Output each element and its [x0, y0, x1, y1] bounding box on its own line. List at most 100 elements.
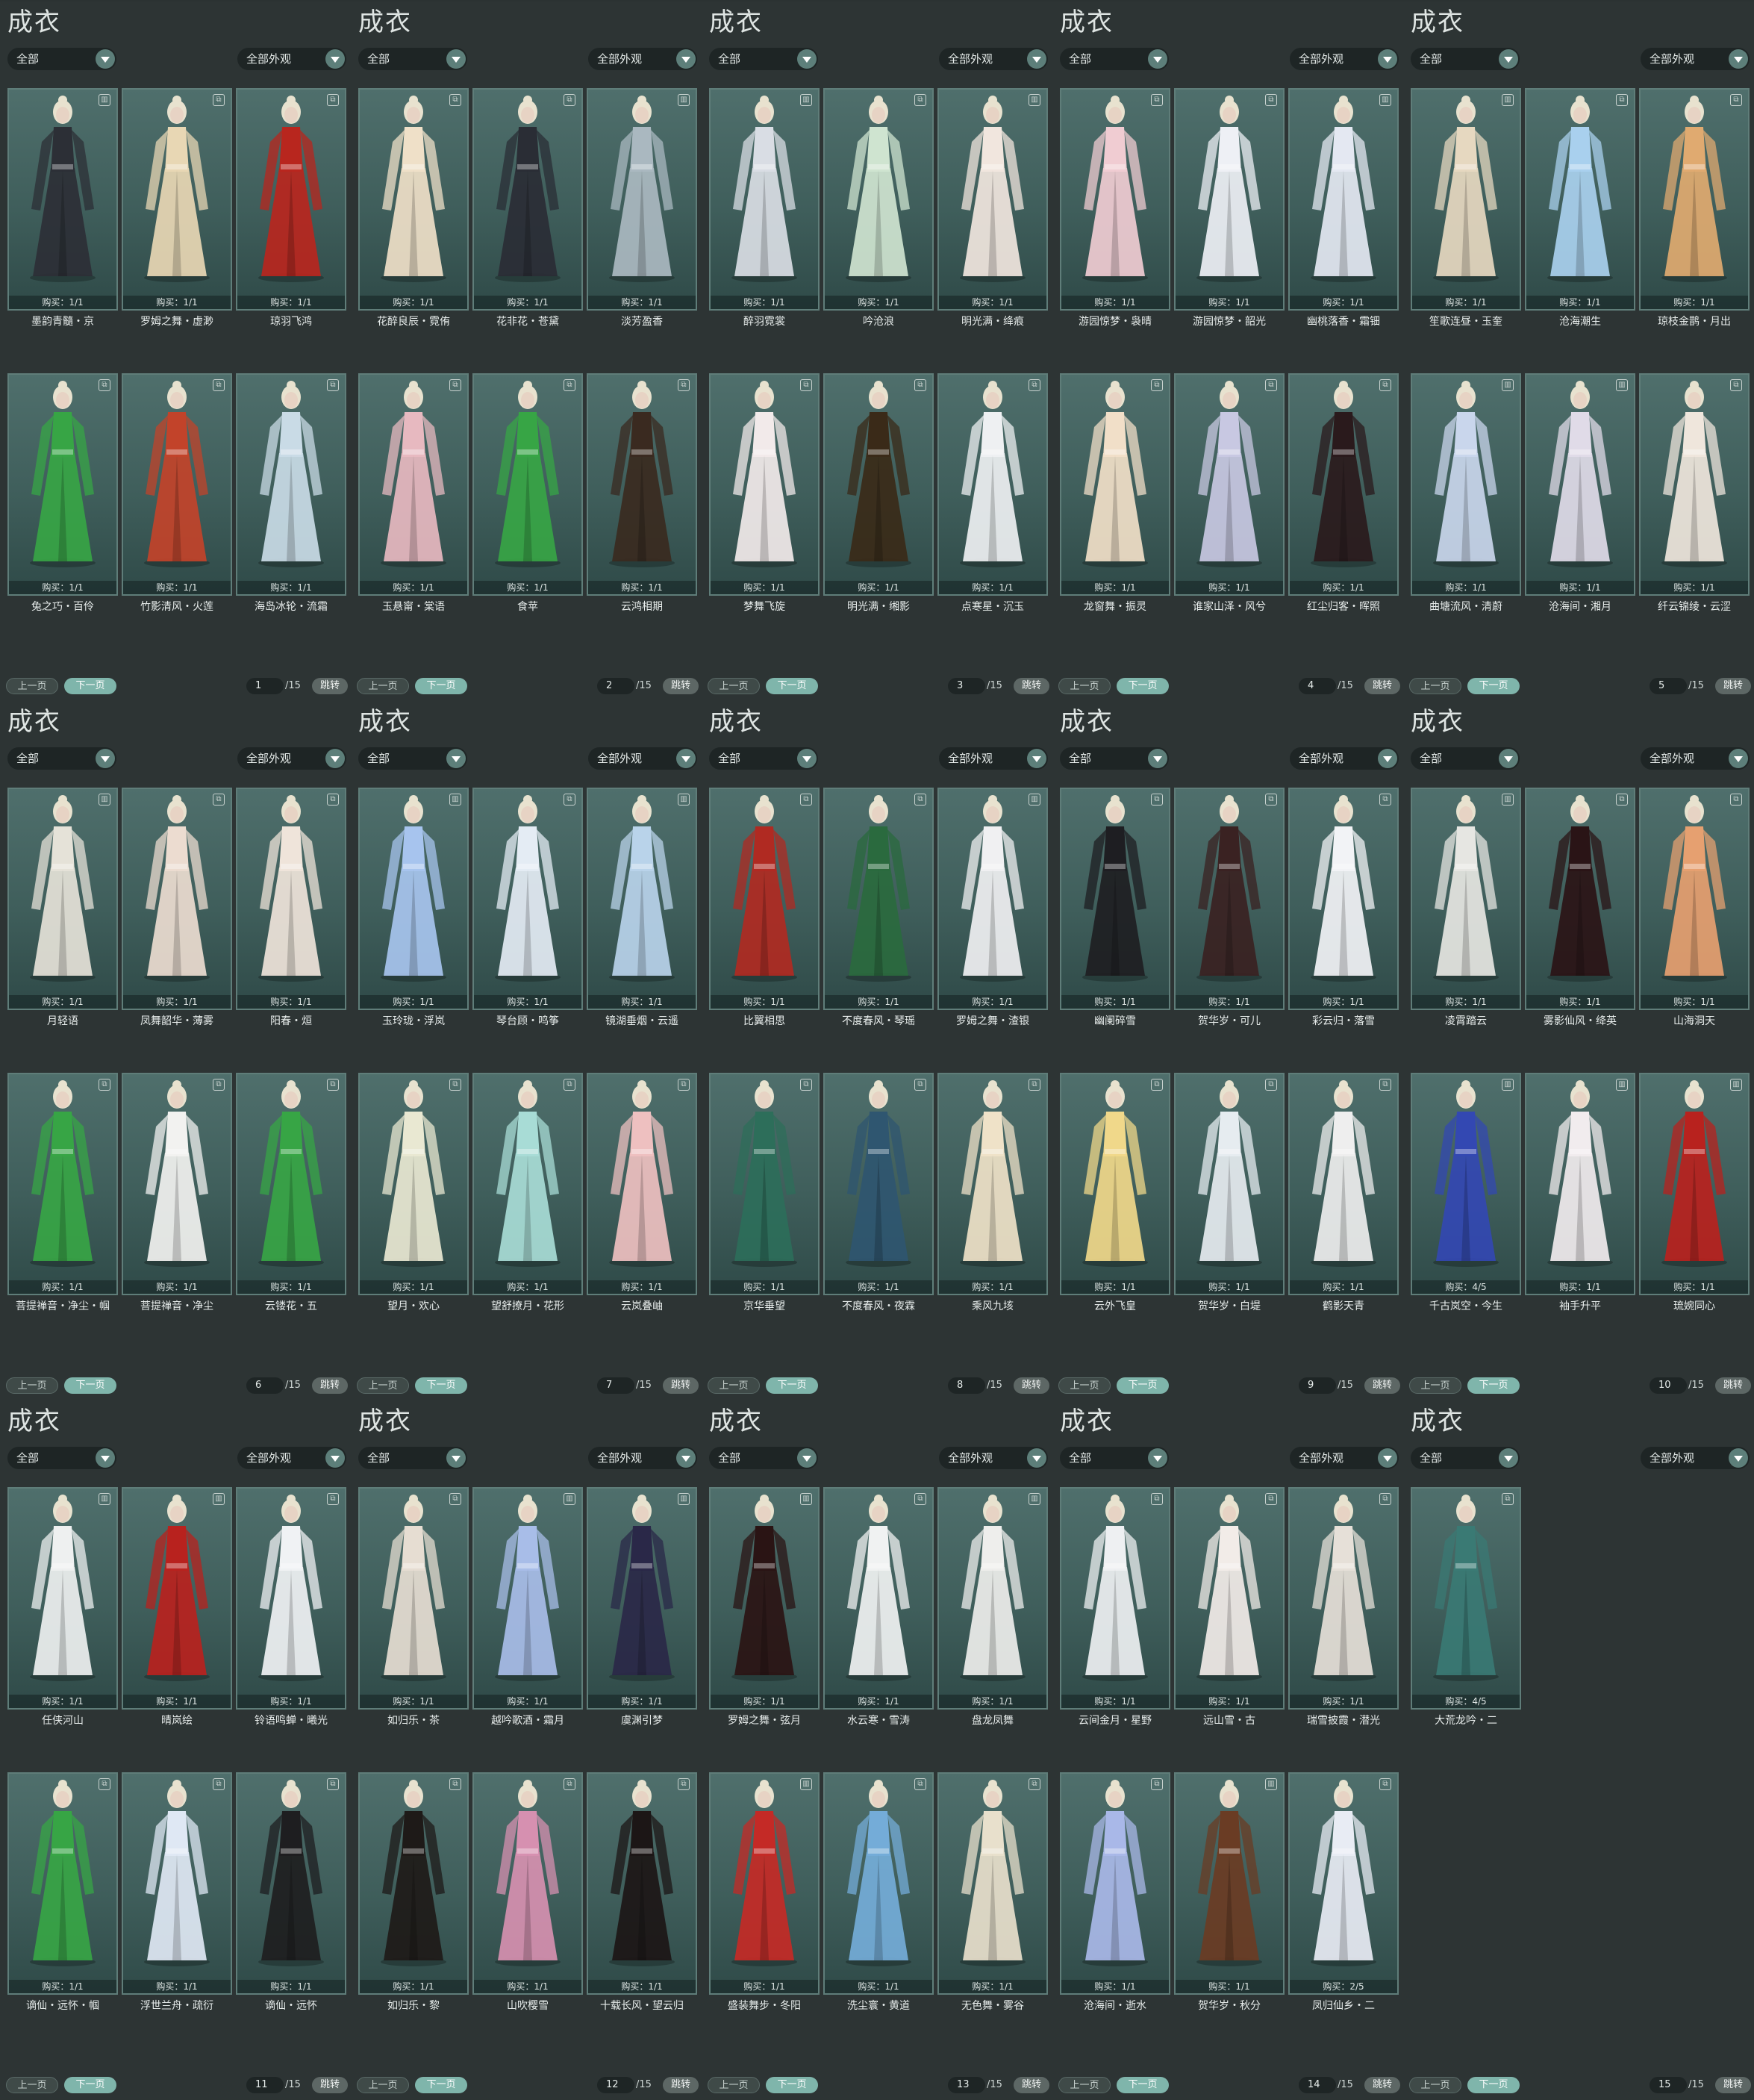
outfit-card[interactable]: ▥ 购买：1/1 — [1411, 88, 1521, 311]
jump-button[interactable]: 跳转 — [663, 678, 699, 694]
outfit-card[interactable]: ⧉ 购买：1/1 — [1060, 1073, 1170, 1295]
outfit-card[interactable]: ⧉ 购买：1/1 — [587, 1073, 697, 1295]
copy-icon[interactable]: ⧉ — [327, 1493, 339, 1505]
appearance-filter-dropdown[interactable]: 全部外观 — [588, 747, 697, 770]
outfit-card[interactable]: ▥ 购买：1/1 — [937, 88, 1048, 311]
copy-icon[interactable]: ⧉ — [1151, 1778, 1163, 1790]
page-number-input[interactable]: 9 — [1299, 1377, 1336, 1394]
outfit-card[interactable]: ⧉ 购买：1/1 — [709, 373, 820, 596]
outfit-card[interactable]: ▥ 购买：1/1 — [122, 1487, 232, 1710]
outfit-card[interactable]: ▥ 购买：1/1 — [1411, 788, 1521, 1010]
outfit-card[interactable]: ⧉ 购买：1/1 — [236, 1073, 346, 1295]
copy-icon[interactable]: ⧉ — [213, 94, 225, 106]
copy-icon[interactable]: ⧉ — [327, 379, 339, 391]
outfit-card[interactable]: ▥ 购买：1/1 — [358, 788, 469, 1010]
prev-page-button[interactable]: 上一页 — [1058, 2077, 1111, 2093]
outfit-card[interactable]: ⧉ 购买：1/1 — [236, 788, 346, 1010]
outfit-card[interactable]: ⧉ 购买：1/1 — [122, 88, 232, 311]
chevron-down-icon[interactable] — [1499, 49, 1518, 69]
copy-icon[interactable]: ⧉ — [1502, 1493, 1514, 1505]
appearance-filter-dropdown[interactable]: 全部外观 — [1290, 48, 1399, 70]
trash-icon[interactable]: ▥ — [1029, 1493, 1040, 1505]
chevron-down-icon[interactable] — [1378, 749, 1397, 768]
copy-icon[interactable]: ⧉ — [914, 1778, 926, 1790]
outfit-card[interactable]: ⧉ 购买：1/1 — [472, 788, 583, 1010]
outfit-card[interactable]: ⧉ 购买：1/1 — [1174, 88, 1285, 311]
chevron-down-icon[interactable] — [797, 1448, 817, 1468]
outfit-card[interactable]: ⧉ 购买：1/1 — [236, 88, 346, 311]
outfit-card[interactable]: ⧉ 购买：1/1 — [358, 1487, 469, 1710]
outfit-card[interactable]: ▥ 购买：1/1 — [587, 1487, 697, 1710]
chevron-down-icon[interactable] — [325, 49, 345, 69]
copy-icon[interactable]: ⧉ — [564, 94, 575, 106]
outfit-card[interactable]: ⧉ 购买：4/5 — [1411, 1487, 1521, 1710]
chevron-down-icon[interactable] — [96, 749, 115, 768]
copy-icon[interactable]: ⧉ — [1265, 1493, 1277, 1505]
outfit-card[interactable]: ⧉ 购买：1/1 — [1174, 373, 1285, 596]
trash-icon[interactable]: ▥ — [1502, 379, 1514, 391]
appearance-filter-dropdown[interactable]: 全部外观 — [1290, 1447, 1399, 1469]
outfit-card[interactable]: ⧉ 购买：1/1 — [1060, 1487, 1170, 1710]
copy-icon[interactable]: ⧉ — [1265, 1079, 1277, 1091]
page-number-input[interactable]: 12 — [597, 2077, 634, 2093]
next-page-button[interactable]: 下一页 — [64, 1377, 116, 1394]
jump-button[interactable]: 跳转 — [312, 2077, 348, 2093]
chevron-down-icon[interactable] — [96, 49, 115, 69]
copy-icon[interactable]: ⧉ — [99, 379, 110, 391]
copy-icon[interactable]: ⧉ — [449, 1493, 461, 1505]
copy-icon[interactable]: ⧉ — [564, 379, 575, 391]
next-page-button[interactable]: 下一页 — [1467, 1377, 1520, 1394]
outfit-card[interactable]: ⧉ 购买：1/1 — [709, 1073, 820, 1295]
outfit-card[interactable]: ⧉ 购买：1/1 — [823, 1073, 934, 1295]
chevron-down-icon[interactable] — [676, 1448, 696, 1468]
page-number-input[interactable]: 5 — [1650, 678, 1687, 694]
copy-icon[interactable]: ⧉ — [914, 94, 926, 106]
trash-icon[interactable]: ▥ — [1616, 379, 1628, 391]
outfit-card[interactable]: ⧉ 购买：1/1 — [358, 373, 469, 596]
appearance-filter-dropdown[interactable]: 全部外观 — [588, 48, 697, 70]
page-number-input[interactable]: 11 — [246, 2077, 284, 2093]
chevron-down-icon[interactable] — [1148, 1448, 1167, 1468]
prev-page-button[interactable]: 上一页 — [1409, 1377, 1461, 1394]
chevron-down-icon[interactable] — [96, 1448, 115, 1468]
next-page-button[interactable]: 下一页 — [415, 1377, 467, 1394]
category-filter-dropdown[interactable]: 全部 — [7, 747, 116, 770]
outfit-card[interactable]: ▥ 购买：1/1 — [7, 788, 118, 1010]
trash-icon[interactable]: ▥ — [99, 94, 110, 106]
outfit-card[interactable]: ⧉ 购买：1/1 — [823, 1487, 934, 1710]
category-filter-dropdown[interactable]: 全部 — [709, 48, 818, 70]
outfit-card[interactable]: ⧉ 购买：1/1 — [122, 788, 232, 1010]
outfit-card[interactable]: ⧉ 购买：1/1 — [122, 1772, 232, 1995]
next-page-button[interactable]: 下一页 — [64, 2077, 116, 2093]
page-number-input[interactable]: 7 — [597, 1377, 634, 1394]
page-number-input[interactable]: 15 — [1650, 2077, 1687, 2093]
outfit-card[interactable]: ⧉ 购买：1/1 — [236, 373, 346, 596]
outfit-card[interactable]: ▥ 购买：1/1 — [1639, 1073, 1750, 1295]
page-number-input[interactable]: 13 — [948, 2077, 985, 2093]
jump-button[interactable]: 跳转 — [1715, 678, 1751, 694]
chevron-down-icon[interactable] — [1378, 49, 1397, 69]
trash-icon[interactable]: ▥ — [678, 94, 690, 106]
trash-icon[interactable]: ▥ — [1029, 94, 1040, 106]
appearance-filter-dropdown[interactable]: 全部外观 — [939, 1447, 1048, 1469]
trash-icon[interactable]: ▥ — [1265, 1778, 1277, 1790]
outfit-card[interactable]: ⧉ 购买：1/1 — [587, 373, 697, 596]
chevron-down-icon[interactable] — [676, 749, 696, 768]
chevron-down-icon[interactable] — [1499, 1448, 1518, 1468]
outfit-card[interactable]: ⧉ 购买：1/1 — [1639, 88, 1750, 311]
outfit-card[interactable]: ⧉ 购买：1/1 — [937, 373, 1048, 596]
outfit-card[interactable]: ▥ 购买：1/1 — [937, 788, 1048, 1010]
appearance-filter-dropdown[interactable]: 全部外观 — [939, 48, 1048, 70]
chevron-down-icon[interactable] — [1027, 1448, 1046, 1468]
copy-icon[interactable]: ⧉ — [1265, 794, 1277, 806]
next-page-button[interactable]: 下一页 — [1117, 678, 1169, 694]
chevron-down-icon[interactable] — [676, 49, 696, 69]
copy-icon[interactable]: ⧉ — [1379, 794, 1391, 806]
jump-button[interactable]: 跳转 — [1364, 1377, 1400, 1394]
copy-icon[interactable]: ⧉ — [1151, 1493, 1163, 1505]
outfit-card[interactable]: ⧉ 购买：1/1 — [1288, 1073, 1399, 1295]
outfit-card[interactable]: ⧉ 购买：1/1 — [823, 1772, 934, 1995]
outfit-card[interactable]: ⧉ 购买：1/1 — [358, 88, 469, 311]
copy-icon[interactable]: ⧉ — [99, 1778, 110, 1790]
page-number-input[interactable]: 4 — [1299, 678, 1336, 694]
